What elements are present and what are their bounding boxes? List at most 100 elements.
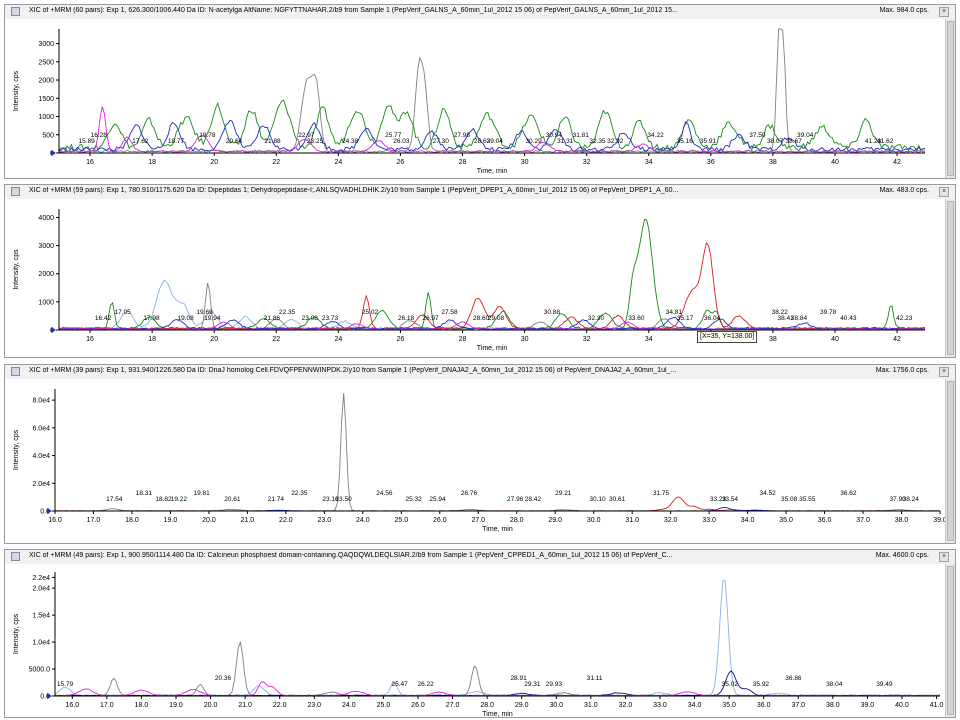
x-tick-label: 21.0 <box>238 702 252 709</box>
y-tick-label: 2.0e4 <box>32 586 50 593</box>
peak-rt-label: 28.42 <box>525 496 542 503</box>
x-tick-label: 17.0 <box>87 517 101 524</box>
chromatogram-panel-3: XIC of +MRM (39 pairs): Exp 1, 931.940/1… <box>4 364 956 544</box>
x-tick-label: 34.0 <box>741 517 755 524</box>
peak-rt-label: 38.67 <box>786 138 803 145</box>
y-axis-label: Intensity, cps <box>13 70 20 111</box>
y-tick-label: 500 <box>42 132 54 139</box>
peak-rt-label: 33.60 <box>628 315 645 322</box>
vertical-scrollbar[interactable] <box>945 564 955 717</box>
peak-rt-label: 39.49 <box>876 681 893 688</box>
peak-rt-label: 35.16 <box>677 138 694 145</box>
x-tick-label: 39.0 <box>861 702 875 709</box>
peak-rt-label: 37.50 <box>749 132 766 139</box>
peak-rt-label: 39.04 <box>797 132 814 139</box>
scroll-thumb[interactable] <box>947 201 954 355</box>
peak-rt-label: 19.78 <box>199 132 216 139</box>
chromatogram-plot-3[interactable]: 16.0 17.0 18.0 19.0 20.0 21.0 22.0 23.0 24.0 25.0… <box>5 365 945 545</box>
x-tick-label: 26.0 <box>411 702 425 709</box>
peak-rt-label: 42.23 <box>896 315 913 322</box>
x-axis-label: Time, min <box>477 345 508 352</box>
peak-rt-label: 35.92 <box>753 681 770 688</box>
x-tick-label: 16 <box>86 336 94 343</box>
peak-rt-label: 19.81 <box>193 490 210 497</box>
chromatogram-plot-4[interactable]: 16.0 17.0 18.0 19.0 20.0 21.0 22.0 23.0 24.0 25.0… <box>5 550 945 719</box>
peak-rt-label: 32.92 <box>607 138 624 145</box>
peak-rt-label: 21.88 <box>264 138 281 145</box>
x-tick-label: 18.0 <box>135 702 149 709</box>
peak-rt-label: 16.28 <box>91 132 108 139</box>
y-tick-label: 1.0e4 <box>32 640 50 647</box>
peak-rt-label: 19.94 <box>204 315 221 322</box>
x-tick-label: 20 <box>210 159 218 166</box>
x-tick-label: 18 <box>148 159 156 166</box>
peak-rt-label: 29.04 <box>487 138 504 145</box>
peak-rt-label: 34.52 <box>759 490 776 497</box>
scroll-thumb[interactable] <box>947 21 954 176</box>
peak-rt-label: 16.42 <box>95 315 112 322</box>
x-tick-label: 34 <box>645 336 653 343</box>
x-tick-label: 30.0 <box>549 702 563 709</box>
x-tick-label: 18 <box>148 336 156 343</box>
x-tick-label: 25.0 <box>394 517 408 524</box>
y-tick-label: 4.0e4 <box>32 453 50 460</box>
peak-rt-label: 25.02 <box>362 309 379 316</box>
x-tick-label: 35.0 <box>779 517 793 524</box>
peak-rt-label: 26.03 <box>393 138 410 145</box>
x-tick-label: 28.0 <box>480 702 494 709</box>
peak-rt-label: 30.88 <box>544 309 561 316</box>
chromatogram-panel-1: XIC of +MRM (60 pairs): Exp 1, 626.300/1… <box>4 4 956 179</box>
x-tick-label: 28 <box>459 336 467 343</box>
y-tick-label: 2.2e4 <box>32 575 50 582</box>
peak-rt-label: 27.58 <box>441 309 458 316</box>
vertical-scrollbar[interactable] <box>945 19 955 178</box>
y-tick-label: 2000 <box>38 271 54 278</box>
x-tick-label: 40 <box>831 159 839 166</box>
peak-rt-label: 27.98 <box>454 132 471 139</box>
x-tick-label: 31.0 <box>625 517 639 524</box>
x-tick-label: 42 <box>893 336 901 343</box>
peak-rt-label: 32.30 <box>588 315 605 322</box>
y-tick-label: 1000 <box>38 114 54 121</box>
peak-rt-label: 23.50 <box>335 496 352 503</box>
x-tick-label: 40 <box>831 336 839 343</box>
x-tick-label: 26 <box>397 159 405 166</box>
y-axis-label: Intensity, cps <box>13 249 20 290</box>
peak-rt-label: 22.35 <box>291 490 308 497</box>
peak-rt-label: 26.97 <box>422 315 439 322</box>
scroll-thumb[interactable] <box>947 381 954 541</box>
peak-rt-label: 35.08 <box>781 496 798 503</box>
peak-rt-label: 31.11 <box>587 675 603 682</box>
vertical-scrollbar[interactable] <box>945 379 955 543</box>
peak-rt-label: 21.74 <box>268 496 285 503</box>
peak-rt-label: 17.98 <box>143 315 160 322</box>
x-tick-label: 34 <box>645 159 653 166</box>
peak-rt-label: 24.38 <box>342 138 359 145</box>
x-tick-label: 38 <box>769 336 777 343</box>
peak-rt-label: 40.43 <box>840 315 857 322</box>
x-tick-label: 20 <box>210 336 218 343</box>
vertical-scrollbar[interactable] <box>945 199 955 357</box>
x-tick-label: 16.0 <box>48 517 62 524</box>
peak-rt-label: 34.22 <box>647 132 664 139</box>
x-axis-label: Time, min <box>482 526 513 533</box>
peak-rt-label: 17.54 <box>106 496 123 503</box>
chromatogram-plot-1[interactable]: 1618202224262830323436384042050010001500… <box>5 5 945 180</box>
x-tick-label: 16 <box>86 159 94 166</box>
x-tick-label: 34.0 <box>688 702 702 709</box>
y-tick-label: 1500 <box>38 96 54 103</box>
peak-rt-label: 36.86 <box>785 675 802 682</box>
x-tick-label: 27.0 <box>446 702 460 709</box>
y-tick-label: 2500 <box>38 59 54 66</box>
x-tick-label: 20.0 <box>202 517 216 524</box>
peak-rt-label: 24.56 <box>376 490 393 497</box>
peak-rt-label: 31.81 <box>573 132 590 139</box>
peak-rt-label: 35.91 <box>700 138 717 145</box>
x-tick-label: 38.0 <box>895 517 909 524</box>
y-tick-label: 5000.0 <box>29 667 51 674</box>
scroll-thumb[interactable] <box>947 566 954 715</box>
chromatogram-plot-2[interactable]: 1618202224262830323436384042010002000300… <box>5 185 945 359</box>
x-tick-label: 30 <box>521 336 529 343</box>
x-tick-label: 38 <box>769 159 777 166</box>
plot-area <box>59 29 925 153</box>
